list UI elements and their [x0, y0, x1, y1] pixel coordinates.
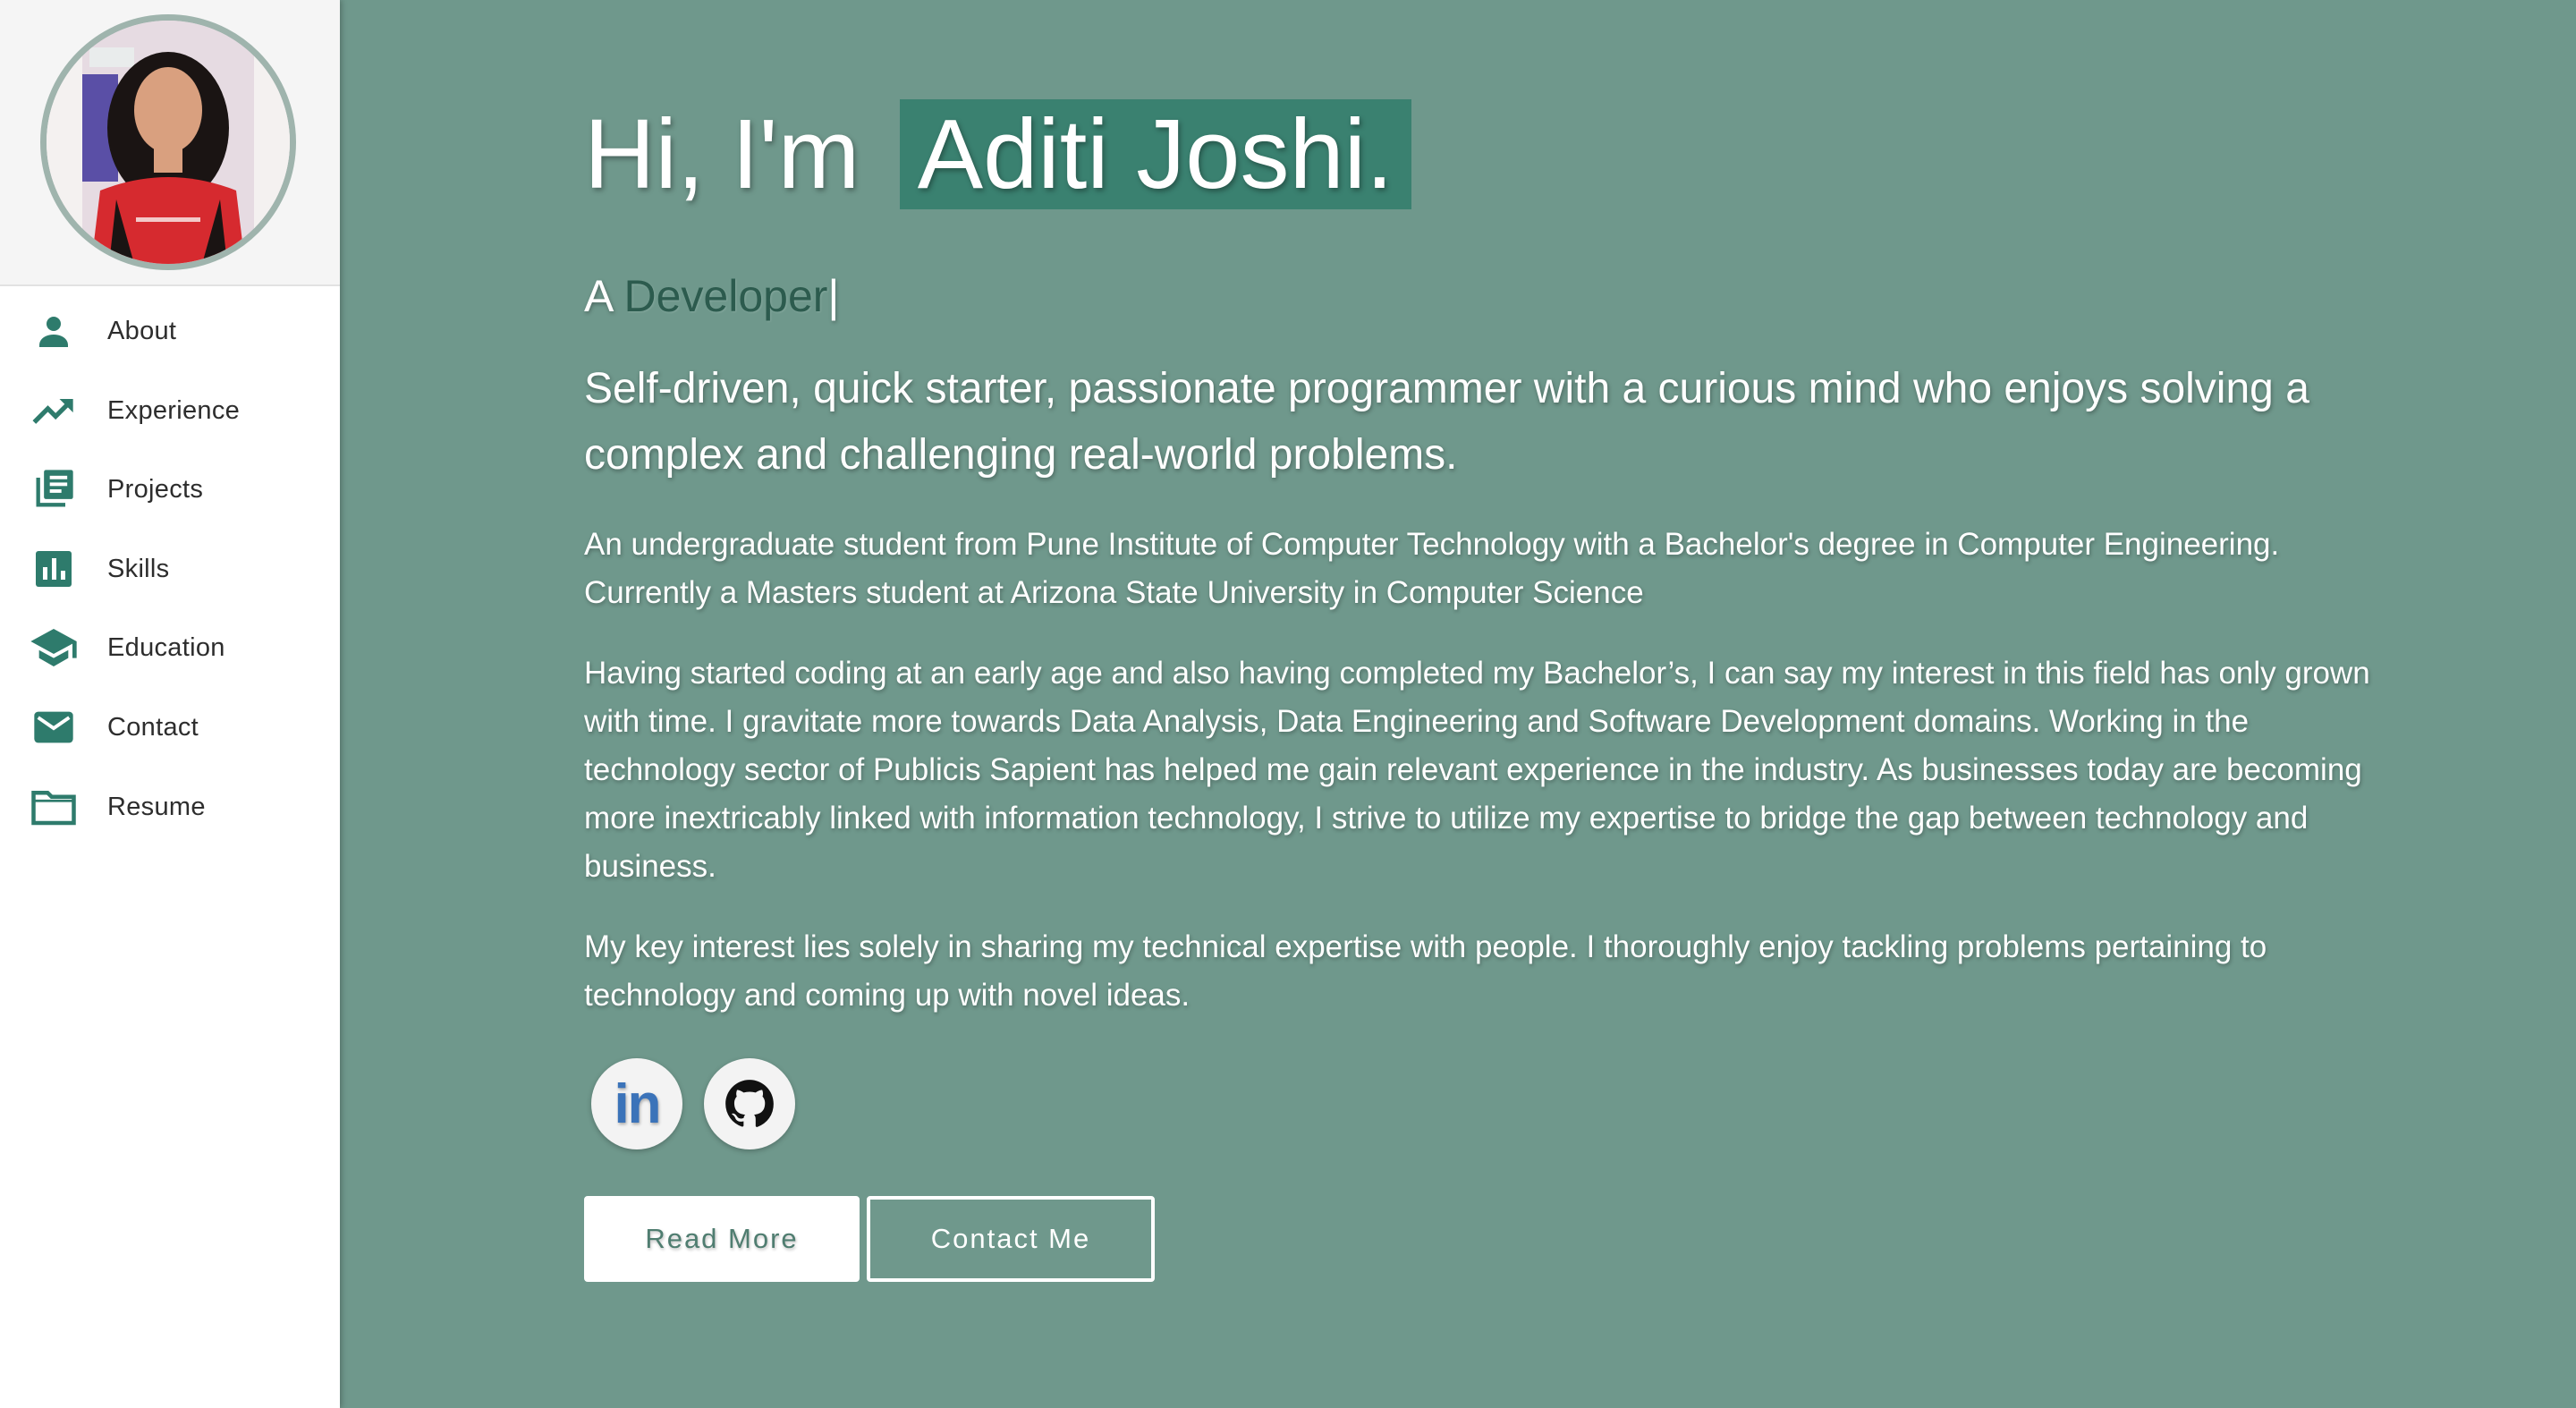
sidebar-item-education[interactable]: Education	[0, 612, 340, 683]
graduation-cap-icon	[29, 623, 79, 673]
sidebar-item-label: Contact	[107, 712, 199, 742]
read-more-button[interactable]: Read More	[584, 1196, 860, 1282]
hero-title: Hi, I'm Aditi Joshi.	[584, 97, 1411, 213]
person-icon	[29, 306, 79, 356]
github-icon	[725, 1080, 774, 1127]
role-prefix: A	[584, 271, 612, 321]
sidebar-item-label: Resume	[107, 792, 206, 821]
sidebar-item-skills[interactable]: Skills	[0, 533, 340, 605]
sidebar-item-label: About	[107, 316, 177, 345]
cta-buttons: Read More Contact Me	[584, 1196, 1155, 1282]
sidebar-item-label: Skills	[107, 554, 170, 583]
bar-chart-icon	[29, 544, 79, 594]
sidebar: About Experience Projects Skills Educati…	[0, 0, 340, 1408]
contact-me-button[interactable]: Contact Me	[867, 1196, 1155, 1282]
about-paragraph-experience: Having started coding at an early age an…	[584, 656, 2370, 884]
hero-name: Aditi Joshi.	[899, 99, 1411, 209]
linkedin-icon: in	[614, 1073, 661, 1135]
role-typewriter: A Developer|	[584, 270, 839, 322]
library-books-icon	[29, 464, 79, 514]
role-word: Developer	[623, 271, 828, 321]
greeting: Hi, I'm	[584, 99, 860, 209]
sidebar-header	[0, 0, 340, 286]
sidebar-item-label: Projects	[107, 474, 204, 504]
social-links: in	[591, 1058, 795, 1149]
typing-cursor: |	[827, 271, 840, 321]
folder-icon	[29, 782, 79, 832]
about-paragraph-interests: My key interest lies solely in sharing m…	[584, 929, 2267, 1013]
avatar	[40, 14, 296, 270]
sidebar-item-resume[interactable]: Resume	[0, 771, 340, 843]
sidebar-item-label: Education	[107, 632, 225, 662]
about-paragraph-education: An undergraduate student from Pune Insti…	[584, 527, 2280, 610]
github-button[interactable]	[704, 1058, 795, 1149]
sidebar-item-projects[interactable]: Projects	[0, 454, 340, 525]
sidebar-item-about[interactable]: About	[0, 295, 340, 367]
trending-up-icon	[29, 386, 79, 436]
sidebar-item-experience[interactable]: Experience	[0, 375, 340, 446]
profile-photo	[47, 21, 290, 264]
tagline: Self-driven, quick starter, passionate p…	[584, 365, 2309, 479]
sidebar-item-contact[interactable]: Contact	[0, 691, 340, 763]
sidebar-item-label: Experience	[107, 395, 241, 425]
mail-icon	[29, 702, 79, 752]
linkedin-button[interactable]: in	[591, 1058, 682, 1149]
